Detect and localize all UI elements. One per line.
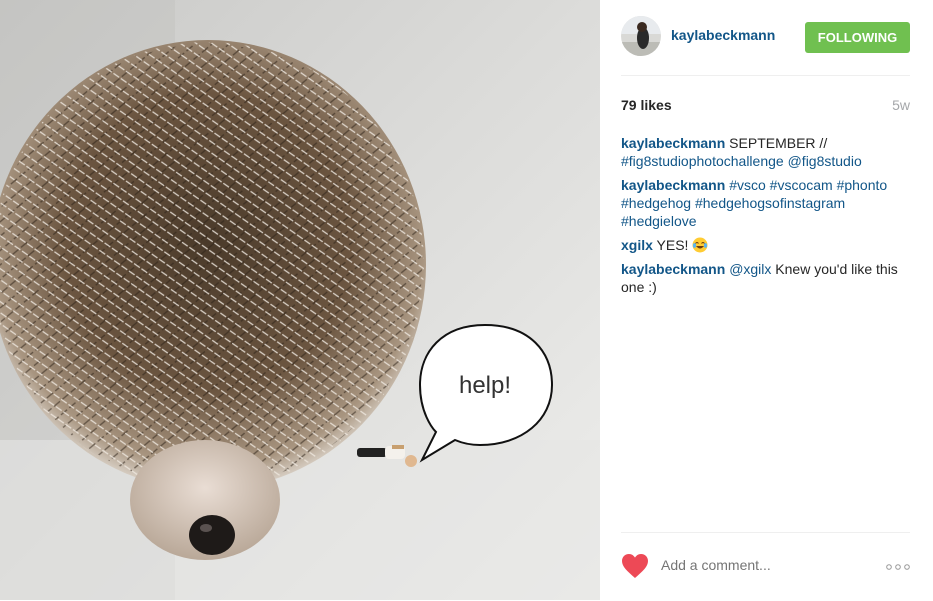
speech-bubble-text: help! xyxy=(459,372,511,399)
more-options-icon[interactable] xyxy=(886,563,910,571)
comment-item: kaylabeckmann #vsco #vscocam #phonto #he… xyxy=(621,176,910,230)
instagram-post: help! kaylabeckmann FOLLOWING 79 likes 5… xyxy=(0,0,933,600)
post-username[interactable]: kaylabeckmann xyxy=(671,27,775,43)
following-button[interactable]: FOLLOWING xyxy=(805,22,910,53)
tears-of-joy-emoji-icon xyxy=(692,237,708,253)
post-photo[interactable]: help! xyxy=(0,0,600,600)
comment-hashtag-link[interactable]: #fig8studiophotochallenge xyxy=(621,153,784,169)
comments-list: kaylabeckmann SEPTEMBER // #fig8studioph… xyxy=(621,134,910,302)
post-footer xyxy=(621,532,910,601)
add-comment-input[interactable] xyxy=(661,557,861,573)
comment-text: SEPTEMBER // xyxy=(725,135,828,151)
comment-item: kaylabeckmann @xgilx Knew you'd like thi… xyxy=(621,260,910,296)
comment-hashtag-link[interactable]: @xgilx xyxy=(729,261,771,277)
comment-hashtag-link[interactable]: #hedgehogsofinstagram xyxy=(695,195,845,211)
likes-count[interactable]: 79 likes xyxy=(621,97,672,113)
comment-hashtag-link[interactable]: #vscocam xyxy=(770,177,833,193)
comment-hashtag-link[interactable]: @fig8studio xyxy=(788,153,862,169)
comment-username[interactable]: kaylabeckmann xyxy=(621,135,725,151)
comment-username[interactable]: kaylabeckmann xyxy=(621,261,725,277)
comment-item: xgilx YES! xyxy=(621,236,910,254)
comment-username[interactable]: kaylabeckmann xyxy=(621,177,725,193)
comment-hashtag-link[interactable]: #vsco xyxy=(729,177,766,193)
comment-hashtag-link[interactable]: #hedgielove xyxy=(621,213,697,229)
avatar-image xyxy=(621,16,661,56)
post-sidebar: kaylabeckmann FOLLOWING 79 likes 5w kayl… xyxy=(600,0,933,600)
post-header: kaylabeckmann FOLLOWING xyxy=(621,16,910,76)
post-age[interactable]: 5w xyxy=(892,97,910,113)
post-meta: 79 likes 5w xyxy=(621,97,910,113)
comment-hashtag-link[interactable]: #hedgehog xyxy=(621,195,691,211)
comment-hashtag-link[interactable]: #phonto xyxy=(837,177,888,193)
avatar[interactable] xyxy=(621,16,661,56)
hedgehog-photo-image: help! xyxy=(0,0,600,600)
comment-username[interactable]: xgilx xyxy=(621,237,653,253)
comment-text: YES! xyxy=(652,237,693,253)
comment-item: kaylabeckmann SEPTEMBER // #fig8studioph… xyxy=(621,134,910,170)
heart-icon[interactable] xyxy=(621,553,649,579)
